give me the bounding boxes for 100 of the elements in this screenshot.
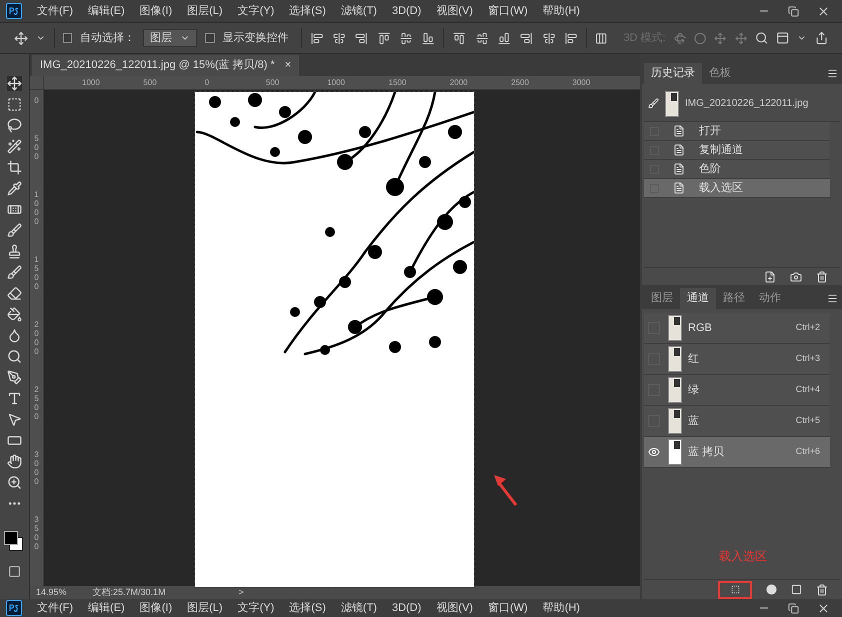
menu-item[interactable]: 视图(V): [436, 2, 473, 20]
menu-item[interactable]: 编辑(E): [88, 600, 125, 616]
move-tool-icon[interactable]: [14, 30, 28, 46]
tab-close-button[interactable]: ×: [284, 57, 292, 74]
history-item[interactable]: 载入选区: [644, 179, 830, 198]
panel-tab[interactable]: 通道: [680, 288, 716, 309]
distribute-icon[interactable]: [453, 32, 466, 44]
align-icon[interactable]: [422, 32, 434, 44]
visibility-toggle[interactable]: [648, 446, 660, 458]
menu-item[interactable]: 文件(F): [37, 2, 74, 20]
pen-tool-icon[interactable]: [7, 370, 22, 385]
ruler-label: 0: [204, 77, 210, 89]
menu-item[interactable]: 编辑(E): [88, 2, 125, 20]
panel-tab[interactable]: 历史记录: [644, 63, 702, 84]
align-icon[interactable]: [332, 32, 346, 44]
bandage-tool-icon[interactable]: [7, 202, 22, 217]
menu-item[interactable]: 窗口(W): [488, 2, 528, 20]
channel-thumbnail: [668, 315, 682, 341]
share-icon[interactable]: [814, 31, 828, 45]
trash-icon[interactable]: [816, 584, 828, 596]
distribute-icon[interactable]: [564, 32, 578, 44]
align-icon[interactable]: [400, 32, 412, 44]
menu-item[interactable]: 图层(L): [187, 2, 223, 20]
menu-item[interactable]: 文字(Y): [238, 2, 274, 20]
history-item[interactable]: 打开: [644, 122, 830, 141]
menu-item[interactable]: 文件(F): [37, 600, 74, 616]
menu-item[interactable]: 窗口(W): [488, 600, 528, 616]
menu-item[interactable]: 图像(I): [140, 2, 172, 20]
panel-tab[interactable]: 动作: [752, 288, 788, 309]
panel-menu-icon[interactable]: [827, 68, 838, 79]
history-item[interactable]: 色阶: [644, 160, 830, 179]
distribute-icon[interactable]: [498, 32, 511, 44]
pointer-tool-icon[interactable]: [7, 412, 22, 427]
menu-item[interactable]: 视图(V): [436, 600, 473, 616]
ruler-label: 3000: [34, 450, 40, 486]
trash-icon[interactable]: [816, 270, 828, 282]
rectangle-tool-icon[interactable]: [7, 433, 22, 448]
menu-item[interactable]: 图像(I): [140, 600, 172, 616]
search-icon[interactable]: [754, 31, 768, 45]
mask-icon[interactable]: [766, 584, 777, 595]
type-tool-icon[interactable]: [7, 391, 22, 406]
channel-thumbnail: [665, 90, 679, 116]
restore-icon[interactable]: [788, 6, 799, 16]
stamp-tool-icon[interactable]: [7, 244, 22, 259]
document-icon: [673, 182, 685, 194]
close-icon[interactable]: [817, 602, 830, 614]
menu-item[interactable]: 3D(D): [392, 2, 422, 20]
move-tool-icon[interactable]: [7, 76, 22, 91]
menu-item[interactable]: 图层(L): [187, 600, 223, 616]
panel-tab[interactable]: 路径: [716, 288, 752, 309]
hand-tool-icon[interactable]: [7, 454, 22, 469]
channel-row[interactable]: RGB Ctrl+2: [644, 313, 830, 344]
panel-menu-icon[interactable]: [827, 293, 838, 304]
menu-item[interactable]: 帮助(H): [542, 2, 580, 20]
align-icon[interactable]: [355, 32, 368, 44]
distribute-icon[interactable]: [542, 32, 556, 44]
menu-item[interactable]: 帮助(H): [542, 600, 580, 616]
history-item[interactable]: 复制通道: [644, 141, 830, 160]
align-icon[interactable]: [378, 32, 390, 44]
channel-row[interactable]: 蓝 Ctrl+5: [644, 406, 830, 437]
channel-row[interactable]: 红 Ctrl+3: [644, 344, 830, 375]
new-channel-icon[interactable]: [791, 584, 802, 595]
channel-row[interactable]: 绿 Ctrl+4: [644, 375, 830, 406]
align-icon[interactable]: [310, 32, 323, 44]
panel-tab[interactable]: 图层: [644, 288, 680, 309]
brush-tool-icon[interactable]: [7, 223, 22, 238]
camera-icon[interactable]: [790, 270, 802, 282]
distribute-icon[interactable]: [520, 32, 533, 44]
new-document-icon[interactable]: [764, 270, 776, 282]
checkbox[interactable]: [62, 33, 72, 43]
menu-item[interactable]: 选择(S): [289, 2, 326, 20]
marquee-tool-icon[interactable]: [7, 97, 22, 112]
zoom-tool-icon[interactable]: [7, 475, 22, 490]
checkbox[interactable]: [205, 33, 215, 43]
wand-tool-icon[interactable]: [7, 139, 22, 154]
menu-item[interactable]: 滤镜(T): [340, 600, 377, 616]
workspace-icon[interactable]: [776, 31, 790, 45]
restore-icon[interactable]: [788, 602, 799, 614]
document-tab[interactable]: IMG_20210226_122011.jpg @ 15%(蓝 拷贝/8) * ×: [32, 55, 300, 76]
menu-item[interactable]: 滤镜(T): [340, 2, 377, 20]
panel-tab[interactable]: 色板: [702, 63, 738, 84]
menu-item[interactable]: 3D(D): [392, 600, 422, 616]
eyedropper-tool-icon[interactable]: [7, 181, 22, 196]
layer-dropdown[interactable]: 图层: [143, 29, 198, 47]
zoom-level[interactable]: 14.95%: [36, 586, 67, 600]
menu-item[interactable]: 文字(Y): [238, 600, 274, 616]
document-icon: [673, 144, 685, 156]
channel-row[interactable]: 蓝 拷贝 Ctrl+6: [644, 437, 830, 468]
distribute-spacing-icon[interactable]: [595, 32, 608, 44]
quick-mask-icon[interactable]: [8, 565, 21, 578]
arrow-icon: [492, 473, 518, 507]
crop-tool-icon[interactable]: [7, 160, 22, 175]
distribute-icon[interactable]: [475, 32, 488, 44]
lasso-tool-icon[interactable]: [7, 118, 22, 133]
close-icon[interactable]: [817, 4, 830, 18]
paint-bucket-tool-icon[interactable]: [7, 307, 22, 322]
status-menu-arrow[interactable]: >: [238, 586, 244, 600]
menu-item[interactable]: 选择(S): [289, 600, 326, 616]
eraser-tool-icon[interactable]: [7, 286, 22, 301]
droplet-tool-icon[interactable]: [7, 328, 22, 343]
